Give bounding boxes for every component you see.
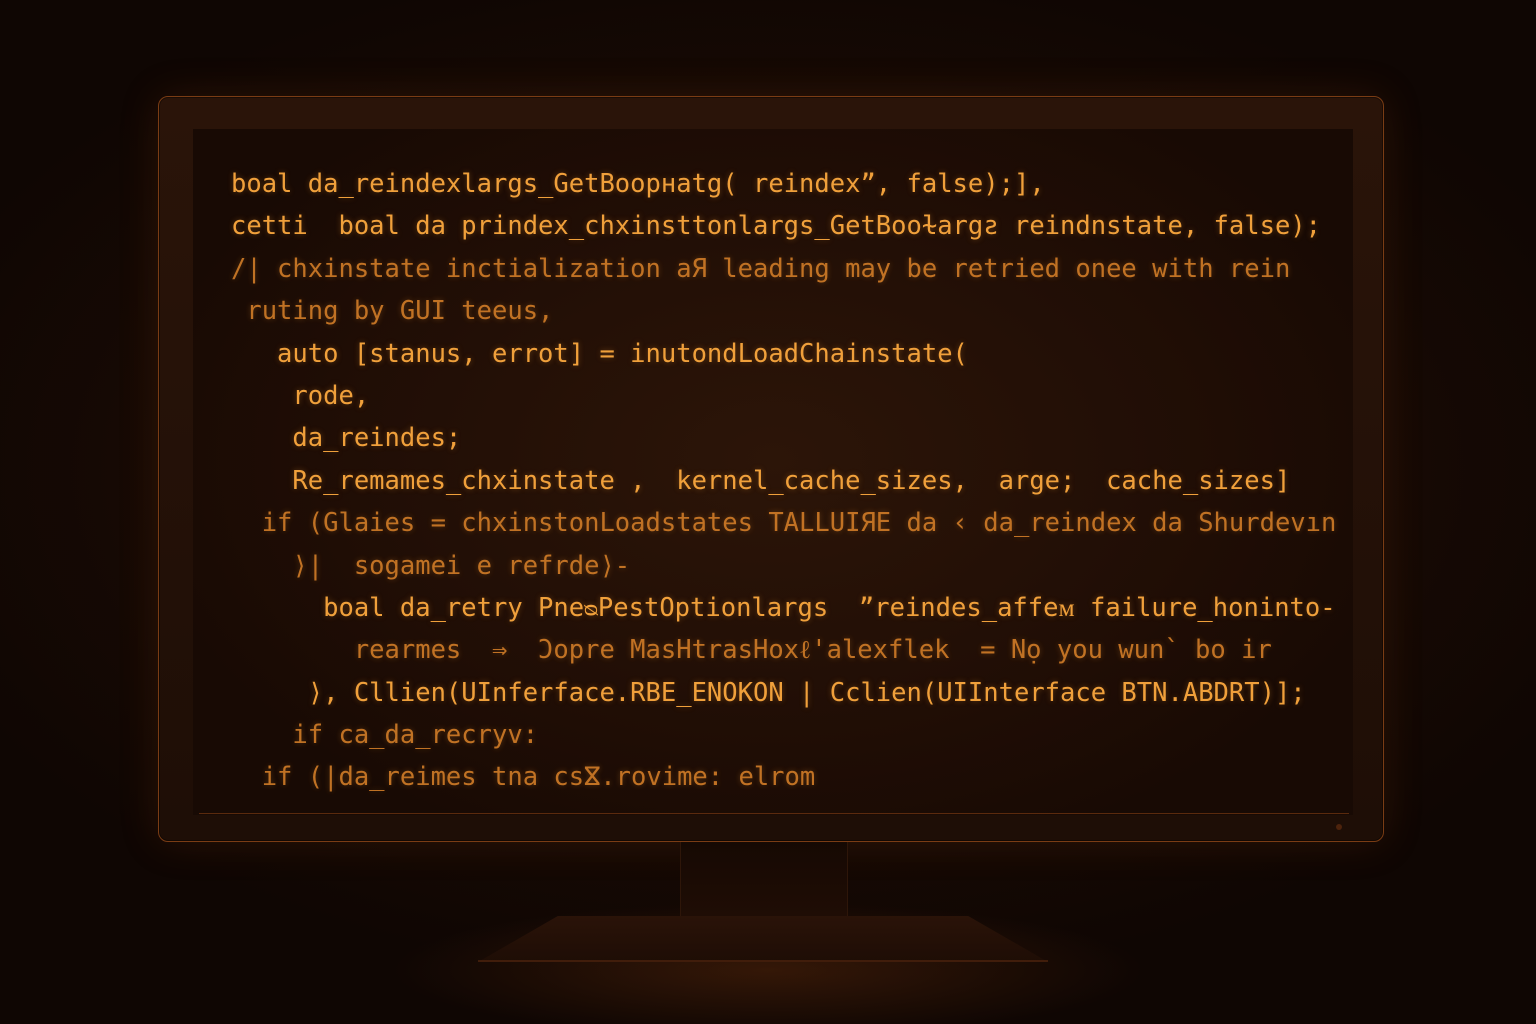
code-line: Re_remames_chxinstate , kernel_cache_siz… [231, 465, 1291, 496]
code-line: ⟩, Cllien(UInferface.RBE_ENOKON | Cclien… [231, 677, 1306, 708]
code-block: boal da_reindexlargs_GetBoopнatg( reinde… [231, 163, 1341, 799]
code-line: if (Glaies = chxinstonLoadstates TALLUIЯ… [231, 508, 1337, 539]
code-line: boal da_reindexlargs_GetBoopнatg( reinde… [231, 169, 1045, 199]
code-line: if ca_da_recryv: [231, 720, 539, 751]
monitor-screen: boal da_reindexlargs_GetBoopнatg( reinde… [193, 129, 1353, 815]
code-line: auto [stanus, errot] = inutondLoadChains… [231, 338, 968, 369]
code-line: ⟩| sogamei e refrde⟩- [231, 550, 631, 581]
monitor-stand-base [478, 916, 1048, 962]
power-led-icon [1336, 824, 1342, 830]
monitor: boal da_reindexlargs_GetBoopнatg( reinde… [158, 96, 1384, 842]
code-line: rode, [231, 380, 370, 411]
code-line: if (|da_reimes tna csⴵ.rovime: elrom [231, 762, 816, 793]
code-line: da_reindes; [231, 423, 462, 454]
code-line: cetti boal da рrindex_chxinsttonlargs_Ge… [231, 211, 1322, 242]
code-line: ruting by GUI teeus, [231, 296, 554, 327]
dark-room-scene: boal da_reindexlargs_GetBoopнatg( reinde… [0, 0, 1536, 1024]
code-line: boal da_retry PneᴓPestOptionlargs ”reind… [231, 592, 1336, 623]
screen-divider [199, 813, 1349, 814]
code-line: /| chxinstate inctialization aЯ leading … [231, 253, 1291, 284]
code-line: rearmes ⇒ Ɔopre MasНtrasHoxℓ'alexflek = … [231, 635, 1272, 666]
monitor-stand-base-edge [478, 960, 1048, 962]
